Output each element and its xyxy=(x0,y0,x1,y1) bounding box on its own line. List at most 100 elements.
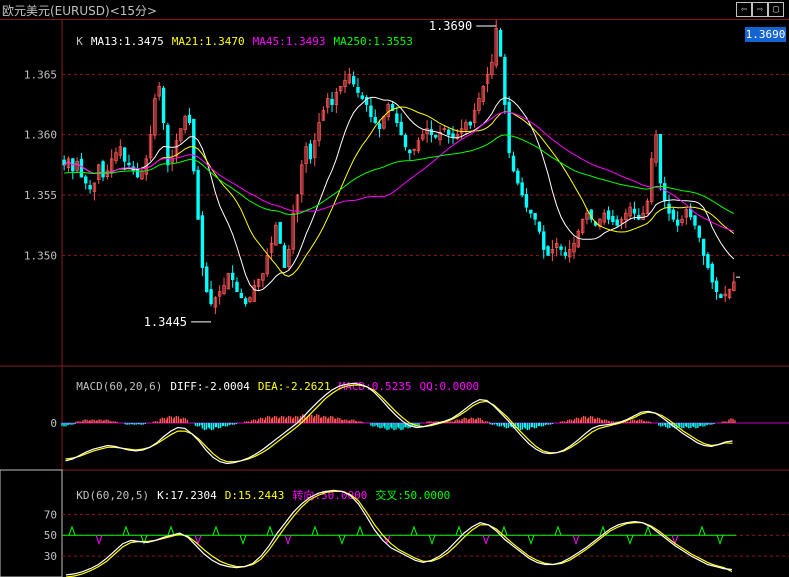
kd-signal-spike xyxy=(68,525,76,536)
candle-body xyxy=(395,113,399,124)
ma21-line xyxy=(63,106,735,277)
candle-body xyxy=(356,87,360,93)
candle-body xyxy=(135,168,140,178)
candle-body xyxy=(403,134,408,148)
candle-body xyxy=(446,129,451,136)
candle-body xyxy=(511,155,516,172)
candle-body xyxy=(127,162,131,166)
candle-body xyxy=(559,246,563,250)
candle-body xyxy=(498,29,503,57)
kd-signal-spike xyxy=(239,535,247,546)
kd-tick-label: 70 xyxy=(44,508,57,521)
candle-body xyxy=(667,203,671,214)
candle-body xyxy=(693,215,697,226)
candle-body xyxy=(706,254,710,268)
candle-body xyxy=(710,263,714,283)
candle-body xyxy=(200,215,205,268)
candle-body xyxy=(243,298,248,305)
candle-body xyxy=(330,98,334,105)
candle-body xyxy=(122,147,127,162)
candle-body xyxy=(671,209,676,220)
candle-body xyxy=(606,210,611,220)
candle-body xyxy=(278,222,282,244)
kd-signal-spike xyxy=(311,525,319,536)
candle-body xyxy=(239,292,244,299)
candle-body xyxy=(429,129,434,136)
candle-body xyxy=(516,170,520,184)
candle-body xyxy=(563,252,568,256)
kd-signal-spike xyxy=(410,525,418,536)
candle-body xyxy=(377,123,382,130)
price-tick-label: 1.360 xyxy=(24,129,57,142)
candle-body xyxy=(235,281,239,293)
candle-body xyxy=(351,76,356,85)
candle-body xyxy=(663,183,667,202)
candle-body xyxy=(524,194,529,208)
kd-signal-spike xyxy=(95,535,103,546)
candle-body xyxy=(101,161,105,178)
price-annotation-label: 1.3690 xyxy=(429,19,472,33)
candle-body xyxy=(209,289,213,305)
candle-body xyxy=(187,114,192,124)
candle-body xyxy=(546,246,550,256)
candle-body xyxy=(697,225,701,238)
candle-body xyxy=(373,116,377,124)
candle-body xyxy=(308,143,313,160)
candle-body xyxy=(611,215,615,223)
candle-body xyxy=(537,221,542,232)
kd-signal-spike xyxy=(626,535,634,546)
kd-signal-spike xyxy=(644,525,652,536)
kd-signal-spike xyxy=(698,525,706,536)
price-annotation-label: 1.3445 xyxy=(144,315,187,329)
candle-body xyxy=(205,266,209,293)
candle-body xyxy=(196,169,200,220)
kd-signal-spike xyxy=(572,535,580,546)
k-line xyxy=(66,489,732,576)
candle-body xyxy=(658,133,663,184)
kd-signal-spike xyxy=(356,525,364,536)
candle-body xyxy=(701,238,706,256)
candle-body xyxy=(714,280,719,293)
kd-signal-spike xyxy=(266,525,274,536)
macd-tick-label: 0 xyxy=(50,417,57,430)
kd-tick-label: 50 xyxy=(44,529,57,542)
candle-body xyxy=(451,133,455,138)
candle-body xyxy=(615,219,619,226)
candle-body xyxy=(230,272,235,280)
kd-signal-spike xyxy=(527,535,535,546)
price-tick-label: 1.355 xyxy=(24,189,57,202)
candle-body xyxy=(79,158,84,178)
kd-signal-spike xyxy=(284,535,292,546)
kd-tick-label: 30 xyxy=(44,550,57,563)
kd-signal-spike xyxy=(455,525,463,536)
candle-body xyxy=(542,231,546,250)
candle-body xyxy=(675,219,680,226)
ma13-line xyxy=(63,96,735,292)
kd-signal-spike xyxy=(167,525,175,536)
kd-signal-spike xyxy=(122,525,130,536)
candle-body xyxy=(434,134,438,138)
candle-body xyxy=(282,245,287,268)
candle-body xyxy=(529,209,533,214)
candle-body xyxy=(719,294,723,299)
kd-signal-spike xyxy=(482,535,490,546)
candle-body xyxy=(507,101,511,154)
candle-body xyxy=(360,95,364,99)
candle-body xyxy=(161,87,166,124)
d-line xyxy=(66,490,733,577)
price-tick-label: 1.365 xyxy=(24,68,57,81)
candle-body xyxy=(84,176,88,184)
candle-body xyxy=(632,208,637,214)
candle-body xyxy=(192,118,196,172)
candle-body xyxy=(369,105,373,117)
candle-body xyxy=(533,213,537,220)
candle-body xyxy=(468,121,472,126)
candle-body xyxy=(399,121,403,136)
kd-signal-spike xyxy=(338,535,346,546)
kd-signal-spike xyxy=(212,525,220,536)
candle-body xyxy=(408,149,412,154)
kd-signal-spike xyxy=(716,535,724,546)
kd-signal-spike xyxy=(554,525,562,536)
candle-body xyxy=(520,182,524,196)
price-tick-label: 1.350 xyxy=(24,249,57,262)
